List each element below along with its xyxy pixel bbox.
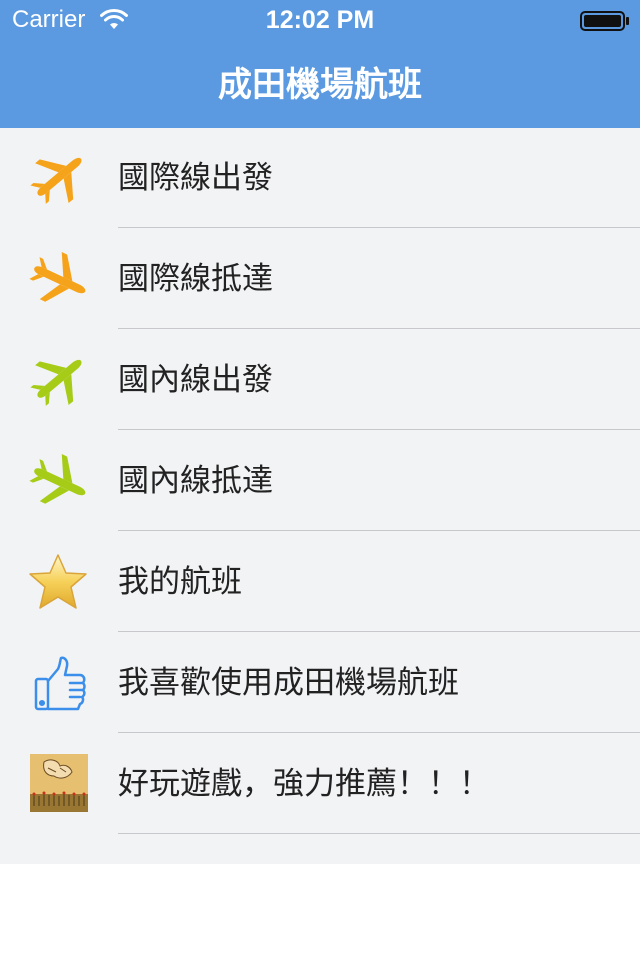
row-divider — [118, 732, 640, 733]
plane-departure-icon — [30, 157, 82, 204]
menu-item-international-departure[interactable]: 國際線出發 — [0, 128, 640, 229]
battery-icon — [580, 11, 629, 31]
menu-item-international-arrival[interactable]: 國際線抵達 — [0, 229, 640, 330]
status-bar: Carrier 12:02 PM — [0, 0, 640, 40]
menu-item-label: 國際線出發 — [118, 160, 273, 196]
row-divider — [118, 530, 640, 531]
app-screen: Carrier 12:02 PM 成田機場航班 國際線出發 國際線抵達 國內線出… — [0, 0, 640, 960]
thumbs-up-icon — [34, 656, 86, 711]
menu-item-recommended-game[interactable]: 好玩遊戲，強力推薦！！！ — [0, 734, 640, 835]
menu-item-domestic-departure[interactable]: 國內線出發 — [0, 330, 640, 431]
menu-item-label: 國際線抵達 — [118, 261, 273, 297]
menu-item-label: 國內線抵達 — [118, 463, 273, 499]
menu-item-label: 我的航班 — [118, 564, 242, 600]
star-icon — [29, 554, 87, 609]
row-divider — [118, 833, 640, 834]
menu-item-label: 國內線出發 — [118, 362, 273, 398]
row-divider — [118, 429, 640, 430]
menu-item-domestic-arrival[interactable]: 國內線抵達 — [0, 431, 640, 532]
plane-arrival-icon — [29, 252, 86, 302]
status-time: 12:02 PM — [265, 6, 375, 34]
menu-item-label: 我喜歡使用成田機場航班 — [118, 665, 459, 701]
row-divider — [118, 227, 640, 228]
game-thumbnail-icon — [30, 754, 88, 812]
plane-departure-icon — [30, 359, 82, 406]
row-divider — [118, 631, 640, 632]
plane-arrival-icon — [29, 454, 86, 504]
row-divider — [118, 328, 640, 329]
page-title: 成田機場航班 — [218, 65, 422, 105]
menu-list: 國際線出發 國際線抵達 國內線出發 國內線抵達 我的航班 我喜歡使用成田機場航班… — [0, 128, 640, 864]
menu-item-label: 好玩遊戲，強力推薦！！！ — [118, 766, 490, 802]
header: Carrier 12:02 PM 成田機場航班 — [0, 0, 640, 128]
menu-item-like-app[interactable]: 我喜歡使用成田機場航班 — [0, 633, 640, 734]
menu-item-my-flights[interactable]: 我的航班 — [0, 532, 640, 633]
